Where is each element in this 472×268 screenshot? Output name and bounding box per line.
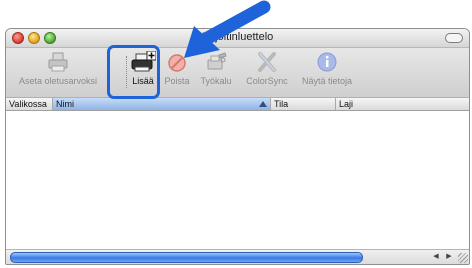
callout-highlight-box [107,45,160,99]
info-icon [317,52,337,72]
column-in-menu[interactable]: Valikossa [6,98,53,110]
column-kind[interactable]: Laji [336,98,469,110]
make-default-button[interactable]: Aseta oletusarvoksi [8,51,108,86]
column-name-label: Nimi [56,99,74,109]
make-default-label: Aseta oletusarvoksi [18,76,98,86]
callout-arrow-icon [184,0,271,58]
sort-ascending-icon [259,101,267,107]
horizontal-scrollbar[interactable]: ◀ ▶ [6,249,469,264]
column-status[interactable]: Tila [271,98,336,110]
printer-default-icon [48,52,68,72]
scroll-thumb[interactable] [10,252,363,263]
table-header: Valikossa Nimi Tila Laji [6,97,469,111]
printer-list[interactable] [6,111,469,249]
colorsync-label: ColorSync [246,76,288,86]
delete-printer-label: Poista [164,76,190,86]
resize-grip-icon[interactable] [458,253,468,263]
scroll-right-button[interactable]: ▶ [443,251,455,262]
toolbar-toggle-button[interactable] [445,33,463,43]
show-info-button[interactable]: Näytä tietoja [297,51,357,86]
column-name[interactable]: Nimi [53,98,271,110]
scroll-left-button[interactable]: ◀ [430,251,442,262]
show-info-label: Näytä tietoja [301,76,353,86]
utility-label: Työkalu [200,76,232,86]
